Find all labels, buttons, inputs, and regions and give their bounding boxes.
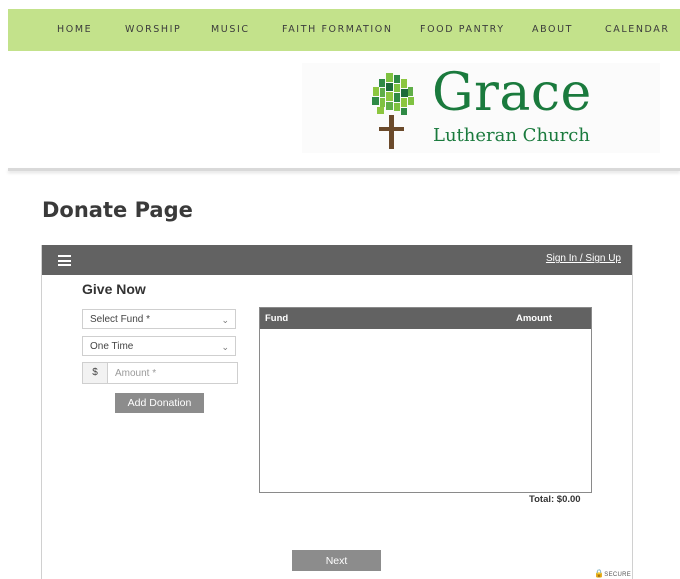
hamburger-icon[interactable] (58, 255, 71, 266)
currency-symbol: $ (83, 363, 108, 383)
main-nav: HOME WORSHIP MUSIC FAITH FORMATION FOOD … (8, 9, 680, 51)
secure-label: SECURE (604, 572, 632, 578)
amount-input[interactable] (108, 363, 236, 383)
amount-column-header: Amount (516, 313, 552, 324)
nav-item-worship[interactable]: WORSHIP (125, 9, 181, 51)
fund-select-value: Select Fund * (90, 314, 151, 325)
logo-subtitle: Lutheran Church (433, 125, 590, 146)
lock-icon: 🔒 (594, 569, 605, 578)
header-divider (8, 168, 680, 171)
total-amount: Total: $0.00 (529, 494, 581, 505)
fund-select[interactable]: Select Fund * ⌄ (82, 309, 236, 329)
secure-badge: 🔒SECURE (594, 569, 631, 578)
nav-item-faith-formation[interactable]: FAITH FORMATION (282, 9, 393, 51)
fund-table-header: Fund Amount (260, 308, 591, 329)
fund-table: Fund Amount (259, 307, 592, 493)
page: HOME WORSHIP MUSIC FAITH FORMATION FOOD … (0, 0, 680, 579)
logo-name: Grace (432, 63, 592, 123)
nav-item-music[interactable]: MUSIC (211, 9, 250, 51)
widget-toolbar: Sign In / Sign Up (42, 245, 632, 275)
give-now-heading: Give Now (82, 281, 146, 297)
donation-widget: Sign In / Sign Up Give Now Select Fund *… (41, 245, 633, 579)
page-title: Donate Page (42, 198, 193, 222)
nav-item-home[interactable]: HOME (57, 9, 92, 51)
amount-field: $ (82, 362, 238, 384)
site-logo[interactable]: Grace Lutheran Church (302, 63, 660, 153)
sign-in-link[interactable]: Sign In / Sign Up (546, 253, 621, 264)
chevron-down-icon: ⌄ (221, 342, 229, 352)
next-button[interactable]: Next (292, 550, 381, 571)
frequency-select[interactable]: One Time ⌄ (82, 336, 236, 356)
chevron-down-icon: ⌄ (221, 315, 229, 325)
tree-cross-icon (372, 73, 414, 149)
nav-item-food-pantry[interactable]: FOOD PANTRY (420, 9, 505, 51)
nav-item-calendar[interactable]: CALENDAR (605, 9, 670, 51)
nav-item-about[interactable]: ABOUT (532, 9, 573, 51)
add-donation-button[interactable]: Add Donation (115, 393, 204, 413)
frequency-select-value: One Time (90, 341, 134, 352)
fund-column-header: Fund (265, 313, 289, 324)
